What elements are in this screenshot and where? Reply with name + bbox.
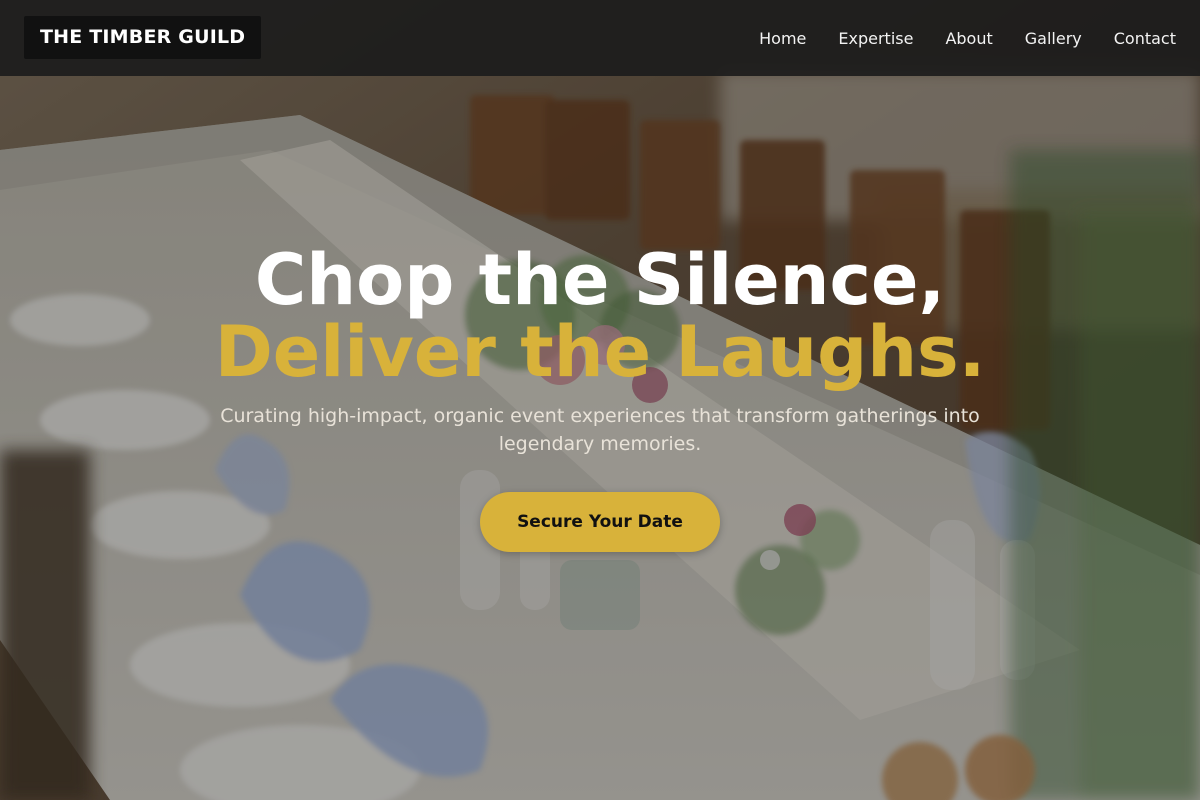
headline-line-1: Chop the Silence,	[254, 239, 946, 321]
headline-line-2: Deliver the Laughs.	[214, 311, 986, 393]
nav-link-contact[interactable]: Contact	[1114, 29, 1176, 48]
main-navigation: Home Expertise About Gallery Contact	[759, 0, 1176, 76]
hero-headline: Chop the Silence, Deliver the Laughs.	[0, 244, 1200, 388]
top-navbar: THE TIMBER GUILD Home Expertise About Ga…	[0, 0, 1200, 76]
brand-logo[interactable]: THE TIMBER GUILD	[24, 16, 262, 59]
secure-date-button[interactable]: Secure Your Date	[480, 492, 720, 552]
nav-link-expertise[interactable]: Expertise	[838, 29, 913, 48]
hero-section: Chop the Silence, Deliver the Laughs. Cu…	[0, 244, 1200, 552]
hero-subheadline: Curating high-impact, organic event expe…	[220, 405, 980, 455]
nav-link-home[interactable]: Home	[759, 29, 806, 48]
nav-link-about[interactable]: About	[945, 29, 992, 48]
nav-link-gallery[interactable]: Gallery	[1025, 29, 1082, 48]
